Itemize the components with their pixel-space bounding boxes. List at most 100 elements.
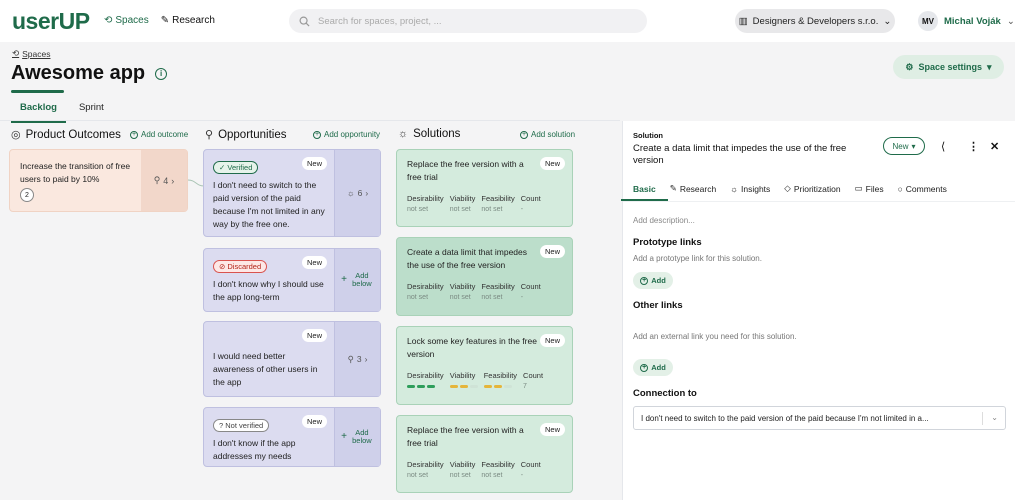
metric-value: not set xyxy=(449,206,471,213)
column-title: Product Outcomes xyxy=(25,128,121,141)
add-prototype-link-button[interactable]: + Add xyxy=(633,272,673,289)
metric-label: Desirability xyxy=(407,371,444,380)
opportunity-card[interactable]: ? Not verified New I don't know if the a… xyxy=(203,407,381,467)
add-below-label: Add below xyxy=(352,271,372,288)
outcome-text: Increase the transition of free users to… xyxy=(20,161,131,184)
chevron-right-icon: › xyxy=(365,188,369,198)
outcome-children[interactable]: ⚲ 4 › xyxy=(141,150,187,211)
nav-spaces[interactable]: ⟲ Spaces xyxy=(104,15,149,26)
nav-research-label: Research xyxy=(172,15,215,26)
metric-viability: Viability not set xyxy=(450,282,476,301)
panel-tabs: Basic ✎ Research ☼ Insights ◇ Prioritizatio… xyxy=(621,183,947,201)
breadcrumb[interactable]: ⟲ Spaces xyxy=(12,48,50,59)
add-opportunity-button[interactable]: + Add opportunity xyxy=(313,130,380,139)
divider xyxy=(0,120,620,121)
add-solution-button[interactable]: + Add solution xyxy=(520,130,575,139)
opportunity-children[interactable]: ☼ 6 › xyxy=(334,150,380,236)
other-links-hint: Add an external link you need for this s… xyxy=(633,332,797,341)
main-nav: ⟲ Spaces ✎ Research xyxy=(104,15,215,26)
metric-value: not set xyxy=(407,472,429,479)
description-field[interactable]: Add description... xyxy=(633,216,695,225)
solution-card[interactable]: New Replace the free version with a free… xyxy=(396,415,573,493)
metric-count: Count - xyxy=(521,282,541,301)
metric-label: Feasibility xyxy=(481,282,515,291)
opportunity-card[interactable]: ✓ Verified New I don't need to switch to… xyxy=(203,149,381,237)
rating-bar xyxy=(469,384,478,388)
space-settings-button[interactable]: ⚙ Space settings ▾ xyxy=(893,55,1004,79)
divider xyxy=(623,201,1015,202)
connection-value: I don't need to switch to the paid versi… xyxy=(641,413,929,423)
app-logo[interactable]: userUP xyxy=(12,8,90,35)
chevron-down-icon: ⌄ xyxy=(1006,15,1015,27)
connection-select[interactable]: I don't need to switch to the paid versi… xyxy=(633,406,1006,430)
comment-icon: ○ xyxy=(897,183,903,194)
outcome-card[interactable]: Increase the transition of free users to… xyxy=(9,149,188,212)
search-input[interactable] xyxy=(318,15,618,27)
metric-feasibility: Feasibility not set xyxy=(481,460,514,479)
opportunity-card[interactable]: ⊘ Discarded New I don't know why I shoul… xyxy=(203,248,381,312)
tab-backlog[interactable]: Backlog xyxy=(11,102,66,123)
add-below-button[interactable]: + Add below xyxy=(334,249,380,311)
solution-metrics: Desirability Viability Feasibility Count… xyxy=(407,371,562,390)
metric-value: - xyxy=(520,472,524,479)
status-badge: ✓ Verified xyxy=(213,161,259,174)
space-settings-label: Space settings xyxy=(918,62,983,72)
solution-card[interactable]: New Replace the free version with a free… xyxy=(396,149,573,227)
solution-card-selected[interactable]: New Create a data limit that impedes the… xyxy=(396,237,573,316)
tab-prioritization[interactable]: ◇ Prioritization xyxy=(784,183,840,194)
page-title-text: Awesome app xyxy=(11,62,146,84)
tree-icon: ⚲ xyxy=(205,129,214,141)
opportunity-card[interactable]: New I would need better awareness of oth… xyxy=(203,321,381,397)
new-tag: New xyxy=(301,256,327,269)
tab-basic[interactable]: Basic xyxy=(621,183,668,201)
close-icon[interactable]: ✕ xyxy=(990,140,999,153)
outcome-main: Increase the transition of free users to… xyxy=(10,150,141,211)
column-header-solutions: ☼ Solutions xyxy=(398,128,460,140)
metric-label: Count xyxy=(520,282,541,291)
tab-label: Research xyxy=(679,183,717,194)
organization-switcher[interactable]: ▥ Designers & Developers s.r.o. ⌄ xyxy=(735,9,895,33)
tab-insights[interactable]: ☼ Insights xyxy=(730,183,770,194)
metric-label: Viability xyxy=(449,460,476,469)
plus-circle-icon: + xyxy=(130,130,138,139)
opportunity-children[interactable]: ⚲ 3 › xyxy=(334,322,380,396)
top-bar: userUP ⟲ Spaces ✎ Research ▥ Designers &… xyxy=(0,0,1015,42)
panel-label: Solution xyxy=(633,131,663,140)
plus-circle-icon: + xyxy=(520,130,528,139)
chevron-down-icon: ⌄ xyxy=(883,15,892,27)
tab-research[interactable]: ✎ Research xyxy=(670,183,717,194)
tab-label: Prioritization xyxy=(793,183,841,194)
add-below-button[interactable]: + Add below xyxy=(334,408,380,466)
add-opportunity-label: Add opportunity xyxy=(324,130,381,139)
new-tag: New xyxy=(539,423,565,436)
share-icon[interactable]: ⟨ xyxy=(941,140,945,153)
search-bar xyxy=(289,9,647,33)
metric-viability: Viability not set xyxy=(450,460,476,479)
tab-sprint[interactable]: Sprint xyxy=(79,102,104,119)
panel-title: Create a data limit that impedes the use… xyxy=(633,143,847,166)
metric-count: Count - xyxy=(521,460,541,479)
more-vertical-icon[interactable]: ⋮ xyxy=(968,140,979,153)
solution-title: Replace the free version with a free tri… xyxy=(407,425,524,448)
add-outcome-button[interactable]: + Add outcome xyxy=(130,130,188,139)
tab-comments[interactable]: ○ Comments xyxy=(898,183,947,194)
column-title: Opportunities xyxy=(218,128,287,141)
metric-value: - xyxy=(520,206,524,213)
outcome-count: 4 xyxy=(163,175,169,186)
opportunity-count: 6 xyxy=(357,188,363,198)
opportunity-main: New I would need better awareness of oth… xyxy=(204,322,334,396)
new-tag: New xyxy=(301,415,327,428)
status-dropdown[interactable]: New ▾ xyxy=(883,137,925,155)
tab-label: Files xyxy=(865,183,884,194)
solution-title: Lock some key features in the free versi… xyxy=(407,336,537,359)
user-menu[interactable]: MV Michal Voják ⌄ xyxy=(918,10,1015,32)
metric-feasibility: Feasibility not set xyxy=(481,282,514,301)
solution-card[interactable]: New Lock some key features in the free v… xyxy=(396,326,573,405)
metric-count: Count 7 xyxy=(523,371,543,390)
tab-files[interactable]: ▭ Files xyxy=(855,183,884,194)
add-other-link-button[interactable]: + Add xyxy=(633,359,673,376)
metric-label: Viability xyxy=(449,194,476,203)
metric-label: Viability xyxy=(449,371,476,380)
info-icon[interactable]: i xyxy=(155,67,168,80)
nav-research[interactable]: ✎ Research xyxy=(161,15,215,26)
